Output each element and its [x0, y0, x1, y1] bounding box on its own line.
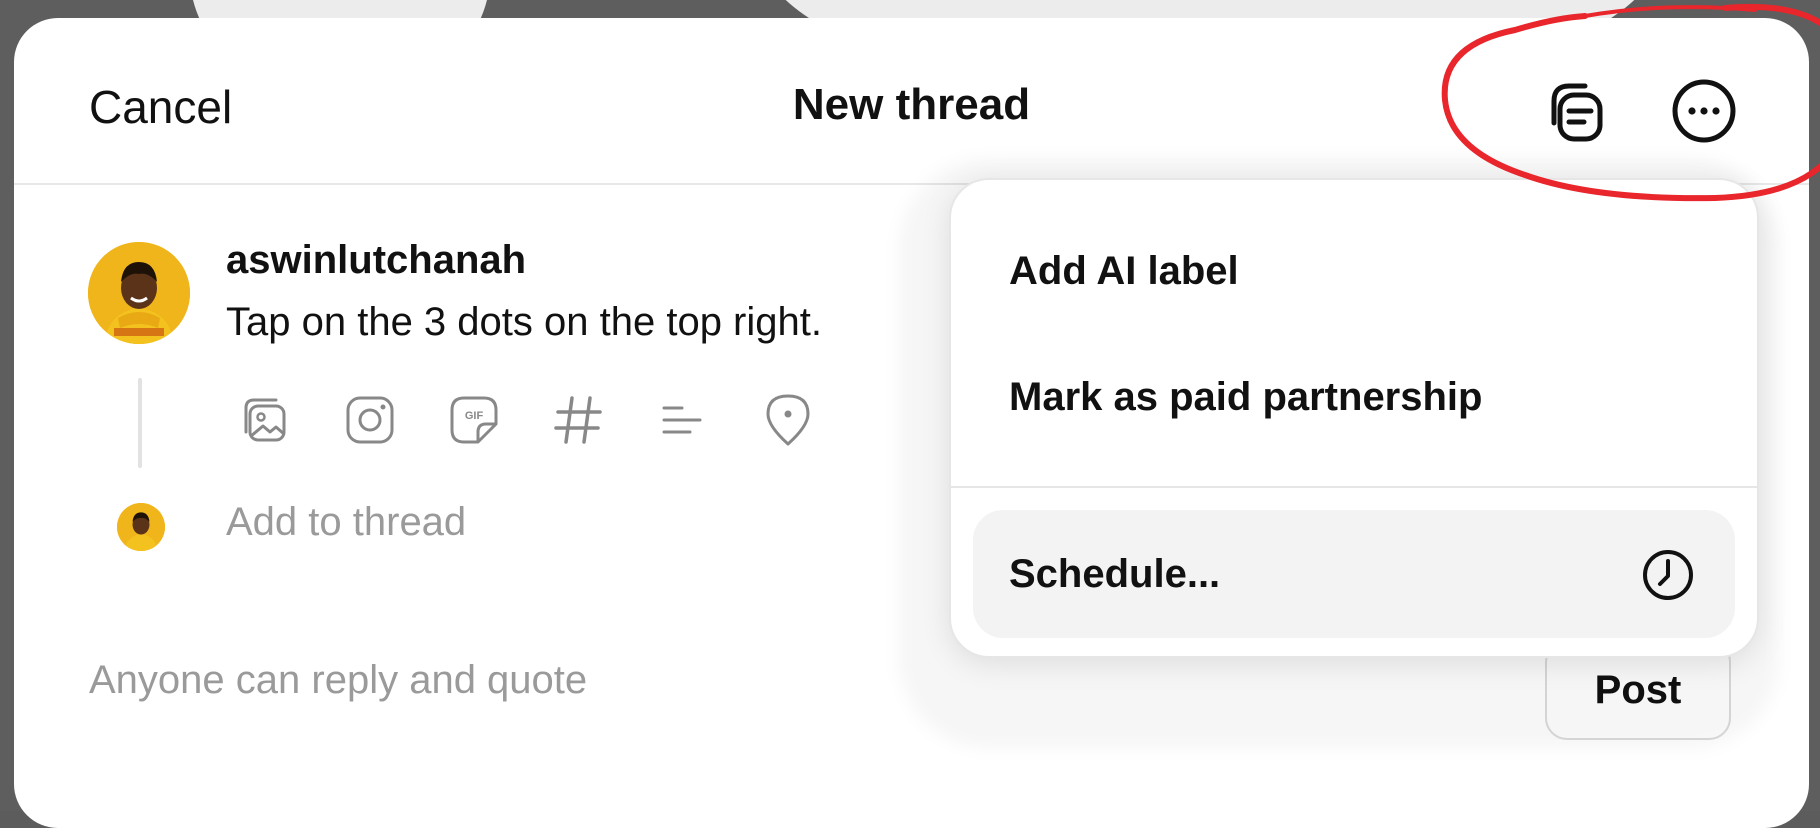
menu-item-add-ai-label[interactable]: Add AI label: [951, 216, 1757, 326]
add-to-thread-input[interactable]: Add to thread: [226, 500, 466, 545]
avatar: [88, 242, 190, 344]
menu-divider: [951, 486, 1757, 488]
menu-item-schedule[interactable]: Schedule...: [973, 510, 1735, 638]
profile-photo: [88, 242, 190, 344]
thread-line: [138, 378, 142, 468]
avatar-small: [117, 503, 165, 551]
menu-item-paid-partnership[interactable]: Mark as paid partnership: [951, 342, 1757, 452]
menu-item-label: Schedule...: [1009, 552, 1221, 596]
more-options-menu: Add AI label Mark as paid partnership Sc…: [949, 178, 1759, 658]
hashtag-icon[interactable]: [548, 390, 608, 450]
reply-setting[interactable]: Anyone can reply and quote: [89, 658, 587, 703]
gif-icon[interactable]: GIF: [444, 390, 504, 450]
clock-icon: [1643, 550, 1693, 600]
camera-icon[interactable]: [340, 390, 400, 450]
post-text[interactable]: Tap on the 3 dots on the top right.: [226, 300, 822, 345]
gallery-icon[interactable]: [236, 390, 296, 450]
location-icon[interactable]: [758, 390, 818, 450]
new-thread-modal: Cancel New thread aswinlutchanah Tap on …: [14, 18, 1809, 828]
svg-text:GIF: GIF: [465, 410, 484, 422]
username: aswinlutchanah: [226, 238, 527, 282]
profile-photo: [117, 503, 165, 551]
poll-icon[interactable]: [652, 390, 712, 450]
